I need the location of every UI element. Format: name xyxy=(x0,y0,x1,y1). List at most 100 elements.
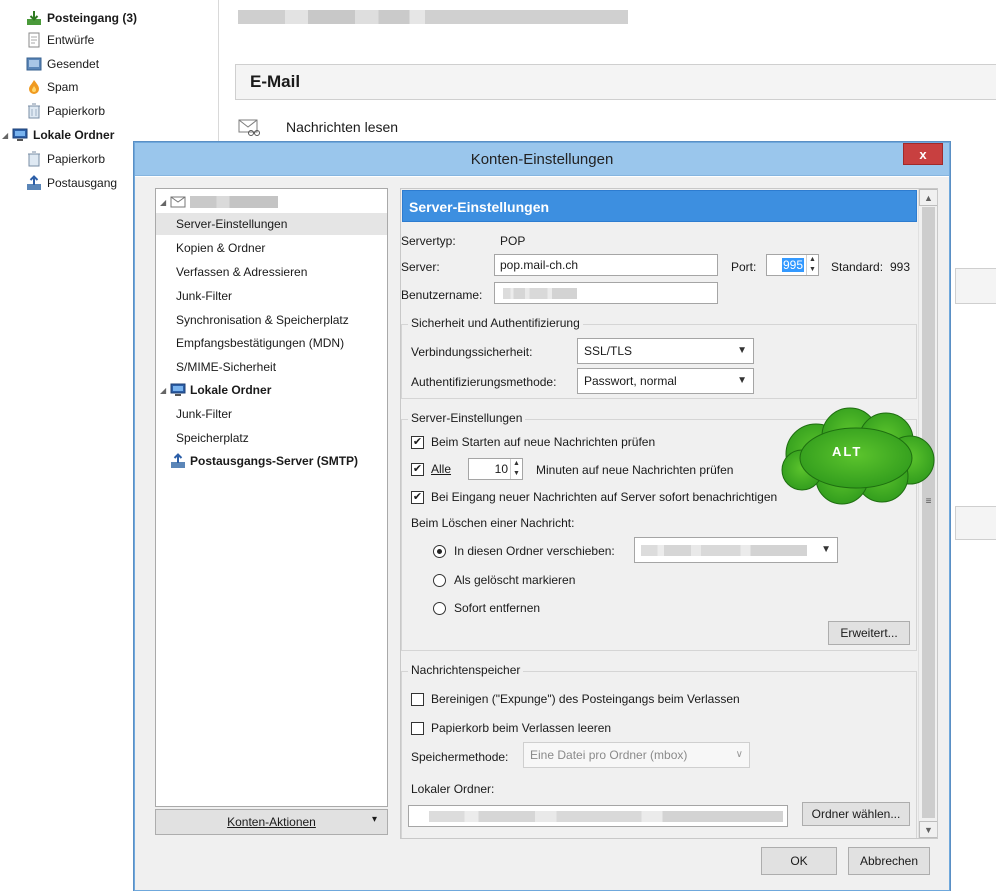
folder-drafts[interactable]: Entwürfe xyxy=(26,30,94,50)
folder-local-label: Lokale Ordner xyxy=(33,128,115,142)
dropdown-arrow-icon: ▾ xyxy=(371,814,377,825)
collapse-arrow-icon[interactable]: ◢ xyxy=(2,131,12,140)
scrollbar-thumb[interactable] xyxy=(922,207,935,818)
connection-security-value: SSL/TLS xyxy=(584,344,633,358)
message-storage-group: Nachrichtenspeicher Bereinigen ("Expunge… xyxy=(401,663,917,838)
tree-item-local-junk[interactable]: Junk-Filter xyxy=(156,403,387,425)
stepper-arrows-icon[interactable]: ▲ ▼ xyxy=(510,459,522,479)
checkmark-icon: ✔ xyxy=(411,490,424,504)
chevron-down-icon: ∨ xyxy=(735,749,743,760)
pane-scrollbar[interactable]: ▲ ≡ ▼ xyxy=(918,189,937,838)
tree-item-label: Lokale Ordner xyxy=(190,383,272,397)
port-value: 995 xyxy=(781,258,804,272)
folder-local-trash-label: Papierkorb xyxy=(47,152,106,166)
radio-empty-icon xyxy=(433,601,446,615)
scroll-down-icon[interactable]: ▼ xyxy=(919,821,937,838)
choose-folder-button[interactable]: Ordner wählen... xyxy=(802,802,910,826)
collapse-arrow-icon[interactable]: ◢ xyxy=(160,386,170,395)
port-stepper[interactable]: 995 ▲ ▼ xyxy=(766,254,819,276)
scroll-up-icon[interactable]: ▲ xyxy=(919,189,937,206)
account-actions-button[interactable]: Konten-Aktionen ▾ xyxy=(155,809,388,835)
server-settings-group-title: Server-Einstellungen xyxy=(408,411,526,425)
folder-outbox-label: Postausgang xyxy=(47,176,118,190)
checkmark-icon: ✔ xyxy=(411,435,424,449)
port-default-value: 993 xyxy=(890,260,911,274)
background-section-strip xyxy=(955,268,996,304)
delete-now-radio[interactable]: Sofort entfernen xyxy=(433,601,540,615)
check-interval-suffix: Minuten auf neue Nachrichten prüfen xyxy=(536,463,734,477)
check-interval-stepper[interactable]: 10 ▲ ▼ xyxy=(468,458,523,480)
trash-icon xyxy=(26,151,42,167)
check-every-checkbox[interactable]: ✔ Alle xyxy=(411,462,451,476)
radio-empty-icon xyxy=(433,573,446,587)
notify-on-arrival-checkbox[interactable]: ✔ Bei Eingang neuer Nachrichten auf Serv… xyxy=(411,490,777,504)
folder-trash[interactable]: Papierkorb xyxy=(26,101,105,121)
local-folder-path[interactable] xyxy=(408,805,788,827)
security-group-title: Sicherheit und Authentifizierung xyxy=(408,316,583,330)
storage-method-label: Speichermethode: xyxy=(411,750,509,764)
auth-method-value: Passwort, normal xyxy=(584,374,677,388)
tree-item-sync-storage[interactable]: Synchronisation & Speicherplatz xyxy=(156,309,387,331)
draft-document-icon xyxy=(26,32,42,48)
dialog-titlebar[interactable]: Konten-Einstellungen x xyxy=(135,143,949,176)
message-storage-group-title: Nachrichtenspeicher xyxy=(408,663,524,677)
check-on-start-checkbox[interactable]: ✔ Beim Starten auf neue Nachrichten prüf… xyxy=(411,435,655,449)
ok-button[interactable]: OK xyxy=(761,847,837,875)
dialog-body: ◢ Server-Einstellungen Kopien & Ordner V… xyxy=(135,177,949,890)
read-messages-link[interactable]: Nachrichten lesen xyxy=(238,118,398,136)
read-messages-label: Nachrichten lesen xyxy=(286,119,399,135)
tree-item-label: Postausgangs-Server (SMTP) xyxy=(190,454,359,468)
username-label: Benutzername: xyxy=(401,288,483,302)
server-type-value: POP xyxy=(500,234,526,248)
username-input[interactable] xyxy=(494,282,718,304)
server-label: Server: xyxy=(401,260,440,274)
folder-local-trash[interactable]: Papierkorb xyxy=(26,149,105,169)
mark-deleted-label: Als gelöscht markieren xyxy=(454,573,576,587)
account-settings-dialog: Konten-Einstellungen x ◢ Server-Einstell… xyxy=(134,142,950,891)
tree-item-junk-filter[interactable]: Junk-Filter xyxy=(156,285,387,307)
close-button[interactable]: x xyxy=(903,143,943,165)
collapse-arrow-icon[interactable]: ◢ xyxy=(160,198,170,207)
redacted-local-path xyxy=(429,811,783,822)
local-folder-label: Lokaler Ordner: xyxy=(411,782,495,796)
folder-outbox[interactable]: Postausgang xyxy=(26,173,117,193)
email-section-header: E-Mail xyxy=(235,64,996,100)
folder-spam[interactable]: Spam xyxy=(26,77,78,97)
folder-local[interactable]: ◢ Lokale Ordner xyxy=(2,125,114,145)
trash-folder-select[interactable]: ▼ xyxy=(634,537,838,563)
tree-item-composition[interactable]: Verfassen & Adressieren xyxy=(156,261,387,283)
radio-selected-icon xyxy=(433,544,446,558)
tree-item-label: Empfangsbestätigungen (MDN) xyxy=(176,336,345,350)
tree-item-return-receipts[interactable]: Empfangsbestätigungen (MDN) xyxy=(156,332,387,354)
stepper-arrows-icon[interactable]: ▲ ▼ xyxy=(806,255,818,275)
folder-sent[interactable]: Gesendet xyxy=(26,54,99,74)
folder-inbox[interactable]: Posteingang (3) xyxy=(26,8,137,28)
tree-item-smtp[interactable]: Postausgangs-Server (SMTP) xyxy=(156,450,387,472)
computer-icon xyxy=(170,382,186,398)
connection-security-select[interactable]: SSL/TLS ▼ xyxy=(577,338,754,364)
tree-account[interactable]: ◢ xyxy=(156,191,387,213)
checkbox-empty-icon xyxy=(411,692,424,706)
expunge-checkbox[interactable]: Bereinigen ("Expunge") des Posteingangs … xyxy=(411,692,740,706)
server-input[interactable]: pop.mail-ch.ch xyxy=(494,254,718,276)
cancel-button[interactable]: Abbrechen xyxy=(848,847,930,875)
tree-item-label: S/MIME-Sicherheit xyxy=(176,360,277,374)
tree-local-folders[interactable]: ◢ Lokale Ordner xyxy=(156,379,387,401)
tree-item-local-storage[interactable]: Speicherplatz xyxy=(156,427,387,449)
tree-item-server-settings[interactable]: Server-Einstellungen xyxy=(156,213,387,235)
advanced-button[interactable]: Erweitert... xyxy=(828,621,910,645)
auth-method-select[interactable]: Passwort, normal ▼ xyxy=(577,368,754,394)
checkmark-icon: ✔ xyxy=(411,462,424,476)
check-on-start-label: Beim Starten auf neue Nachrichten prüfen xyxy=(431,435,656,449)
sent-folder-icon xyxy=(26,56,42,72)
mark-deleted-radio[interactable]: Als gelöscht markieren xyxy=(433,573,575,587)
tree-item-smime[interactable]: S/MIME-Sicherheit xyxy=(156,356,387,378)
tree-item-copies-folders[interactable]: Kopien & Ordner xyxy=(156,237,387,259)
move-to-folder-radio[interactable]: In diesen Ordner verschieben: xyxy=(433,544,615,558)
account-actions-label: Konten-Aktionen xyxy=(227,815,316,829)
annotation-cloud-text: ALT xyxy=(832,444,863,459)
computer-icon xyxy=(12,127,28,143)
empty-trash-checkbox[interactable]: Papierkorb beim Verlassen leeren xyxy=(411,721,611,735)
redacted-folder-path xyxy=(641,545,807,556)
account-tree: ◢ Server-Einstellungen Kopien & Ordner V… xyxy=(155,188,388,807)
